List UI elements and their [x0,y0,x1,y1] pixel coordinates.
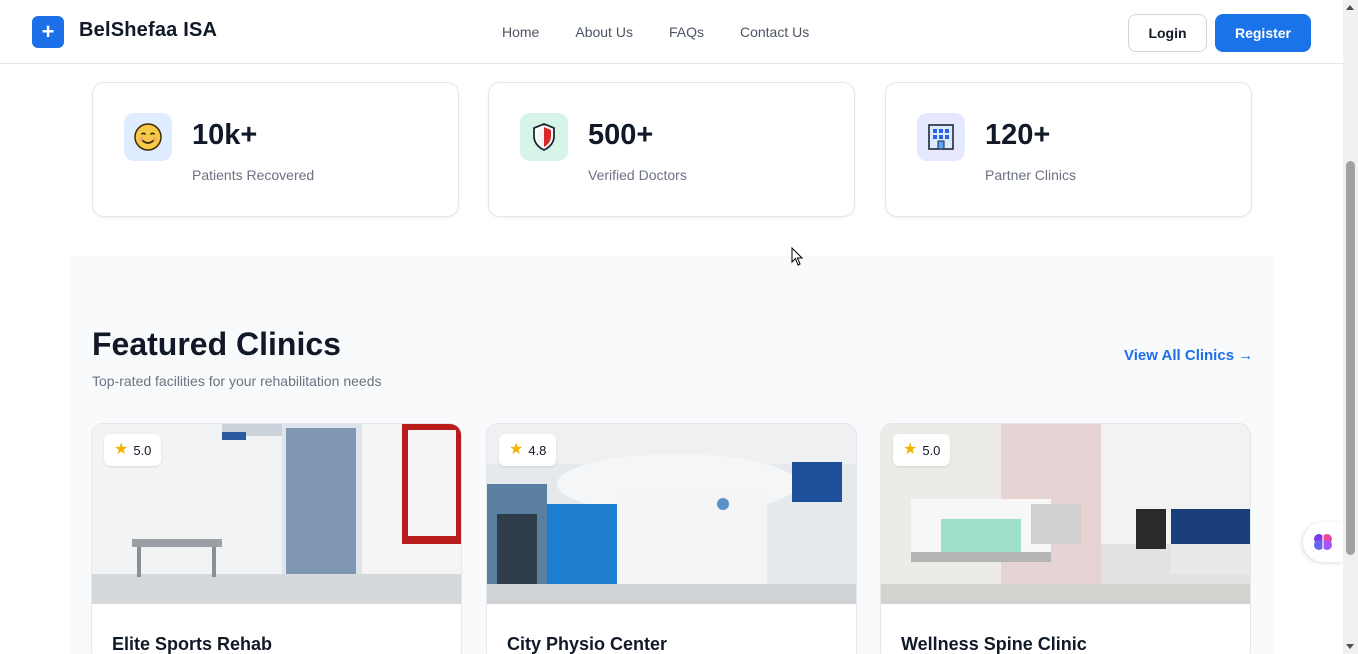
rating-badge: ★ 4.8 [499,434,557,466]
rating-value: 4.8 [528,442,547,458]
stat-card-patients: 10k+ Patients Recovered [92,82,459,217]
stat-card-doctors: 500+ Verified Doctors [488,82,855,217]
stat-label: Verified Doctors [588,167,687,183]
shield-icon [520,113,568,161]
view-all-clinics-link[interactable]: View All Clinics → [1124,347,1253,364]
stat-label: Patients Recovered [192,167,315,183]
assistant-widget-button[interactable] [1303,522,1343,562]
section-title: Featured Clinics [92,326,341,362]
clinic-name: Elite Sports Rehab [112,634,273,654]
stat-card-clinics: 120+ Partner Clinics [885,82,1252,217]
rating-value: 5.0 [922,442,941,458]
rating-badge: ★ 5.0 [104,434,162,466]
brand-name[interactable]: BelShefaa ISA [79,19,217,42]
clinic-name: City Physio Center [507,634,668,654]
smiling-face-icon [124,113,172,161]
scrollbar-thumb[interactable] [1346,161,1355,555]
scroll-down-arrow-icon[interactable] [1346,644,1354,649]
star-icon: ★ [114,441,129,458]
stat-label: Partner Clinics [985,167,1077,183]
star-icon: ★ [903,441,918,458]
login-button[interactable]: Login [1128,14,1207,52]
scroll-up-arrow-icon[interactable] [1346,5,1354,10]
building-icon [917,113,965,161]
nav-link-about[interactable]: About Us [575,24,633,40]
nav-link-faqs[interactable]: FAQs [669,24,704,40]
clinic-card-city-physio-center[interactable]: ★ 4.8 City Physio Center [486,423,857,654]
section-subtitle: Top-rated facilities for your rehabilita… [92,373,382,389]
nav-link-contact[interactable]: Contact Us [740,24,809,40]
nav-link-home[interactable]: Home [502,24,539,40]
register-button[interactable]: Register [1215,14,1311,52]
vertical-scrollbar[interactable] [1343,0,1358,654]
star-icon: ★ [509,441,524,458]
stat-value: 500+ [588,119,654,151]
logo-plus-icon[interactable]: + [32,16,64,48]
nav-links: Home About Us FAQs Contact Us [502,24,809,40]
rating-value: 5.0 [133,442,152,458]
stat-value: 120+ [985,119,1051,151]
clinic-card-elite-sports-rehab[interactable]: ★ 5.0 Elite Sports Rehab [91,423,462,654]
clinic-card-wellness-spine-clinic[interactable]: ★ 5.0 Wellness Spine Clinic [880,423,1251,654]
clinic-name: Wellness Spine Clinic [901,634,1087,654]
rating-badge: ★ 5.0 [893,434,951,466]
mouse-cursor-icon [791,247,804,266]
stat-value: 10k+ [192,119,258,151]
brain-icon [1314,534,1332,550]
top-navbar: + BelShefaa ISA Home About Us FAQs Conta… [0,0,1343,64]
